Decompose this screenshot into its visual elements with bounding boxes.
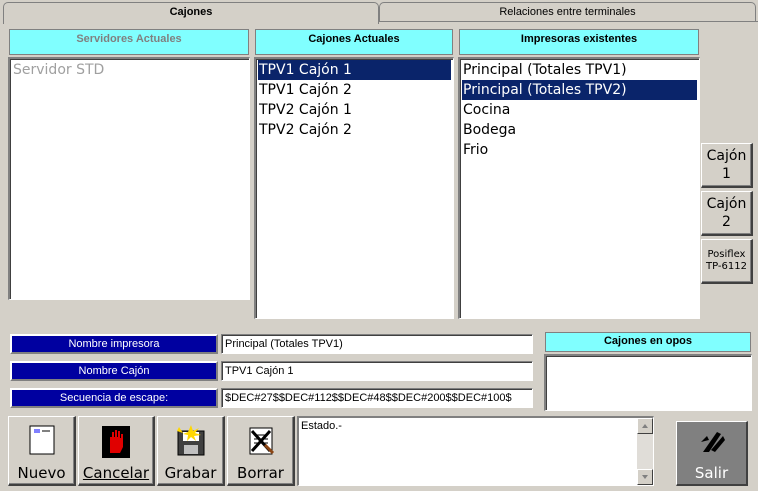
borrar-label: Borrar (237, 464, 284, 482)
salir-label: Salir (694, 464, 729, 482)
new-document-icon (29, 425, 54, 455)
list-item[interactable]: TPV2 Cajón 2 (258, 120, 451, 140)
cajon-1-label: Cajón (706, 148, 747, 164)
list-item[interactable]: Bodega (462, 120, 697, 140)
scroll-down-button[interactable] (637, 469, 653, 485)
nombre-impresora-label: Nombre impresora (10, 334, 218, 354)
servidores-header: Servidores Actuales (9, 29, 249, 55)
nombre-impresora-field[interactable]: Principal (Totales TPV1) (221, 334, 533, 354)
cajon-2-label: Cajón (706, 196, 747, 212)
tab-relaciones[interactable]: Relaciones entre terminales (379, 2, 756, 22)
list-item[interactable]: TPV2 Cajón 1 (258, 100, 451, 120)
list-item[interactable]: Principal (Totales TPV2) (462, 80, 697, 100)
cajon-2-number: 2 (722, 214, 731, 230)
list-item[interactable]: Cocina (462, 100, 697, 120)
nuevo-label: Nuevo (17, 464, 66, 482)
salir-button[interactable]: Salir (676, 421, 748, 486)
status-scrollbar[interactable] (637, 418, 653, 485)
cajon-2-button[interactable]: Cajón 2 (701, 191, 753, 236)
servidores-list[interactable]: Servidor STD (8, 57, 250, 300)
opos-list[interactable] (544, 354, 752, 411)
nombre-cajon-field[interactable]: TPV1 Cajón 1 (221, 361, 533, 381)
grabar-label: Grabar (164, 464, 217, 482)
cancelar-button[interactable]: Cancelar (78, 416, 155, 486)
list-item[interactable]: Principal (Totales TPV1) (462, 60, 697, 80)
exit-icon (700, 432, 725, 452)
opos-header: Cajones en opos (545, 332, 751, 352)
stop-hand-icon (102, 426, 130, 458)
grabar-button[interactable]: Grabar (157, 416, 225, 486)
status-text: Estado.- (301, 420, 342, 432)
save-disk-icon (176, 425, 204, 456)
arrow-up-icon (642, 424, 648, 428)
posiflex-label: Posiflex (707, 249, 746, 260)
cajon-1-button[interactable]: Cajón 1 (701, 143, 753, 188)
nombre-cajon-label: Nombre Cajón (10, 361, 218, 381)
list-item[interactable]: Servidor STD (12, 60, 247, 80)
tab-divider (379, 21, 758, 22)
cancelar-label: Cancelar (82, 464, 150, 482)
list-item[interactable]: Frio (462, 140, 697, 160)
impresoras-header: Impresoras existentes (459, 29, 699, 55)
secuencia-label: Secuencia de escape: (10, 388, 218, 408)
delete-document-icon (249, 427, 274, 455)
nuevo-button[interactable]: Nuevo (8, 416, 76, 486)
cajon-1-number: 1 (722, 166, 731, 182)
list-item[interactable]: TPV1 Cajón 2 (258, 80, 451, 100)
scroll-up-button[interactable] (637, 418, 653, 434)
arrow-down-icon (642, 475, 648, 479)
secuencia-field[interactable]: $DEC#27$$DEC#112$$DEC#48$$DEC#200$$DEC#1… (221, 388, 533, 408)
tab-cajones[interactable]: Cajones (3, 2, 379, 24)
cajones-list[interactable]: TPV1 Cajón 1 TPV1 Cajón 2 TPV2 Cajón 1 T… (254, 57, 454, 319)
impresoras-list[interactable]: Principal (Totales TPV1) Principal (Tota… (458, 57, 700, 319)
status-area[interactable]: Estado.- (297, 416, 654, 486)
posiflex-button[interactable]: Posiflex TP-6112 (701, 239, 753, 284)
cajones-header: Cajones Actuales (255, 29, 453, 55)
list-item[interactable]: TPV1 Cajón 1 (258, 60, 451, 80)
posiflex-model: TP-6112 (706, 261, 747, 272)
borrar-button[interactable]: Borrar (227, 416, 295, 486)
